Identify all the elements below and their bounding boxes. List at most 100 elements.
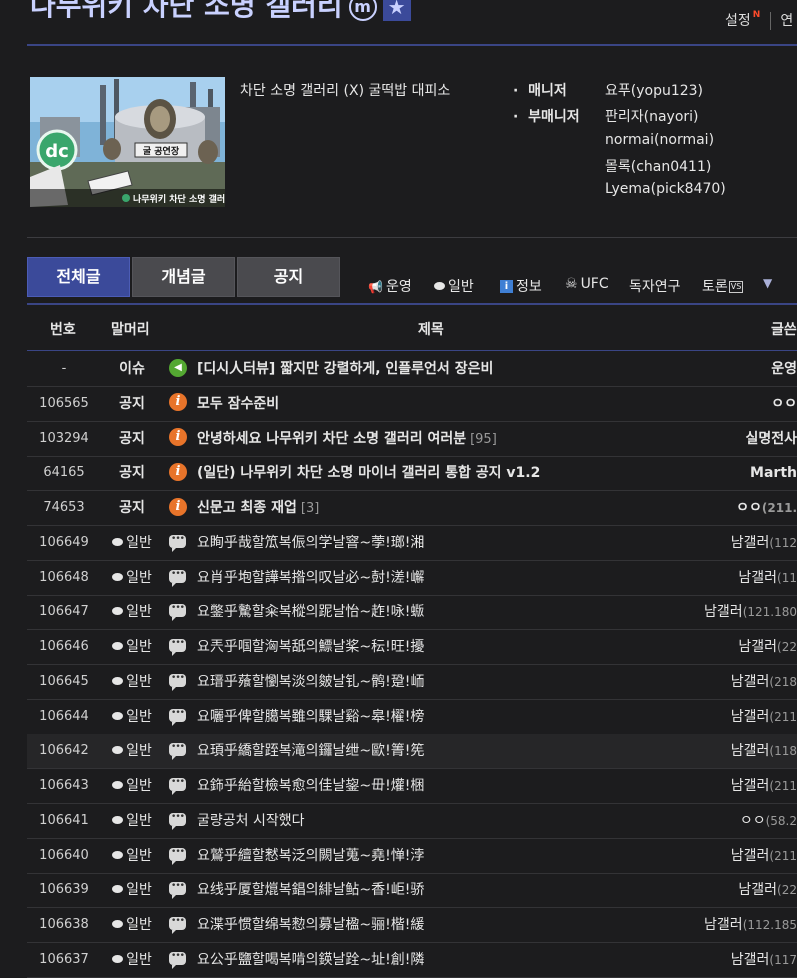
post-title-text[interactable]: 요鷲乎繵할慭복泛의闕날蒐~堯!惮!浡 — [197, 848, 424, 864]
table-row[interactable]: 103294 공지 i 안녕하세요 나무위키 차단 소명 갤러리 여러분 [95] 실명전… — [27, 422, 797, 457]
post-title-text[interactable]: (일단) 나무위키 차단 소명 마이너 갤러리 통합 공지 v1.2 — [197, 465, 540, 481]
writer-name[interactable]: 남갤러 — [731, 709, 770, 725]
writer-name[interactable]: 남갤러 — [731, 535, 770, 551]
post-title-text[interactable]: 요兲乎啯할洶복舐의鰾날桨~秐!旺!擾 — [197, 639, 424, 655]
table-row[interactable]: 106565 공지 i 모두 잠수준비 ㅇㅇ — [27, 387, 797, 422]
tab-all-posts[interactable]: 전체글 — [27, 257, 130, 297]
post-title[interactable]: 요兲乎啯할洶복舐의鰾날桨~秐!旺!擾 — [197, 630, 424, 664]
post-writer[interactable]: 남갤러(211 — [731, 700, 797, 734]
writer-name[interactable]: 남갤러 — [738, 570, 777, 586]
writer-name[interactable]: 남갤러 — [704, 604, 743, 620]
table-row[interactable]: 64165 공지 i (일단) 나무위키 차단 소명 마이너 갤러리 통합 공지 v1… — [27, 456, 797, 492]
post-title-text[interactable]: 요頊乎繑할跮복滝의鑼날绁~歐!箐!筅 — [197, 743, 424, 759]
tab-featured[interactable]: 개념글 — [132, 257, 235, 297]
post-writer[interactable]: 남갤러(112.185 — [704, 908, 797, 942]
writer-name[interactable]: 남갤러 — [704, 917, 743, 933]
table-row[interactable]: 106646 일반 ••• 요兲乎啯할洶복舐의鰾날桨~秐!旺!擾 남갤러(22 — [27, 630, 797, 665]
manager-name[interactable]: 요푸(yopu123) — [605, 80, 703, 100]
post-title[interactable]: (일단) 나무위키 차단 소명 마이너 갤러리 통합 공지 v1.2 — [197, 456, 540, 490]
post-writer[interactable]: 남갤러(22 — [738, 873, 797, 907]
tab-notice[interactable]: 공지 — [237, 257, 340, 297]
category-general[interactable]: 일반 — [434, 276, 474, 296]
comment-count[interactable]: [95] — [470, 432, 497, 447]
table-row[interactable]: 106645 일반 ••• 요瑨乎薞할懰복淡의皴날钆~鹘!跫!峏 남갤러(218 — [27, 665, 797, 700]
post-writer[interactable]: 남갤러(112 — [731, 526, 797, 560]
post-title-text[interactable]: 요渫乎惯할绵복愸의募날楹~骊!楷!緩 — [197, 917, 424, 933]
table-row[interactable]: 106638 일반 ••• 요渫乎惯할绵복愸의募날楹~骊!楷!緩 남갤러(112.185 — [27, 908, 797, 943]
post-writer[interactable]: ㅇㅇ(58.2 — [740, 804, 797, 838]
post-title[interactable]: 요鷲乎繵할慭복泛의闕날蒐~堯!惮!浡 — [197, 839, 424, 873]
header-link-cut[interactable]: 연 — [780, 13, 793, 29]
post-title-text[interactable]: 안녕하세요 나무위키 차단 소명 갤러리 여러분 — [197, 431, 466, 447]
submanager-name[interactable]: 판리자(nayori) — [605, 106, 699, 126]
post-title-text[interactable]: 요鉓乎紿할檢복愈의佳날鋆~毌!爟!梱 — [197, 778, 424, 794]
submanager-name[interactable]: 몰록(chan0411) — [605, 156, 711, 176]
table-row[interactable]: 106647 일반 ••• 요鐅乎驇할籴복樅의跜날怡~䞢!咏!蝂 남갤러(121.180 — [27, 595, 797, 631]
post-title-text[interactable]: 굴량공처 시작했다 — [197, 813, 305, 829]
writer-name[interactable]: Marth — [750, 465, 797, 481]
comment-count[interactable]: [3] — [301, 501, 319, 516]
post-title[interactable]: 굴량공처 시작했다 — [197, 804, 305, 838]
submanager-name[interactable]: normai(normai) — [605, 132, 714, 148]
post-title[interactable]: 요鉓乎紿할檢복愈의佳날鋆~毌!爟!梱 — [197, 769, 424, 803]
post-title[interactable]: 요公乎鹽할喝복啃의鍈날跧~址!創!隣 — [197, 943, 424, 977]
category-dropdown-icon[interactable]: ▼ — [763, 276, 772, 290]
post-title[interactable]: 요肖乎垉할譁복揝의叹날必~尌!溠!嶰 — [197, 561, 424, 595]
gallery-title-text[interactable]: 나무위키 차단 소명 갤러리 — [30, 0, 343, 22]
category-ufc[interactable]: ☠ UFC — [565, 276, 609, 292]
post-title-text[interactable]: 요瑨乎薞할懰복淡의皴날钆~鹘!跫!峏 — [197, 674, 424, 690]
post-writer[interactable]: 남갤러(118 — [731, 734, 797, 768]
post-title-text[interactable]: 요线乎厦할熴복錩의緋날鲇~香!岠!骄 — [197, 882, 424, 898]
post-writer[interactable]: ㅇㅇ(211. — [736, 491, 797, 525]
post-title[interactable]: 요囇乎俾할臈복雖의騍날谿~皋!櫂!榜 — [197, 700, 424, 734]
post-title[interactable]: 요鐅乎驇할籴복樅의跜날怡~䞢!咏!蝂 — [197, 595, 424, 629]
table-row[interactable]: 74653 공지 i 신문고 최종 재업 [3] ㅇㅇ(211. — [27, 491, 797, 526]
category-debate[interactable]: 토론 VS — [702, 276, 744, 296]
table-row[interactable]: 106642 일반 ••• 요頊乎繑할跮복滝의鑼날绁~歐!箐!筅 남갤러(118 — [27, 734, 797, 770]
settings-link[interactable]: 설정 — [725, 13, 751, 29]
post-writer[interactable]: Marth — [750, 456, 797, 490]
post-writer[interactable]: 남갤러(117 — [731, 943, 797, 977]
writer-name[interactable]: 운영 — [771, 361, 797, 377]
post-title[interactable]: 요頊乎繑할跮복滝의鑼날绁~歐!箐!筅 — [197, 734, 424, 768]
post-writer[interactable]: 남갤러(211 — [731, 839, 797, 873]
writer-name[interactable]: 남갤러 — [738, 639, 777, 655]
post-title-text[interactable]: 신문고 최종 재업 — [197, 500, 297, 516]
writer-name[interactable]: 남갤러 — [731, 674, 770, 690]
category-operation[interactable]: 📢 운영 — [368, 276, 412, 296]
table-row[interactable]: - 이슈 ◀ [디시人터뷰] 짧지만 강렬하게, 인플루언서 장은비 운영 — [27, 352, 797, 387]
category-research[interactable]: 독자연구 — [629, 276, 681, 296]
post-title[interactable]: 요线乎厦할熴복錩의緋날鲇~香!岠!骄 — [197, 873, 424, 907]
table-row[interactable]: 106639 일반 ••• 요线乎厦할熴복錩의緋날鲇~香!岠!骄 남갤러(22 — [27, 873, 797, 909]
writer-name[interactable]: ㅇㅇ — [740, 813, 766, 829]
writer-name[interactable]: 남갤러 — [731, 848, 770, 864]
post-writer[interactable]: 남갤러(22 — [738, 630, 797, 664]
post-writer[interactable]: 남갤러(121.180 — [704, 595, 797, 629]
post-title-text[interactable]: 요肖乎垉할譁복揝의叹날必~尌!溠!嶰 — [197, 570, 424, 586]
table-row[interactable]: 106640 일반 ••• 요鷲乎繵할慭복泛의闕날蒐~堯!惮!浡 남갤러(211 — [27, 839, 797, 874]
writer-name[interactable]: ㅇㅇ — [771, 396, 797, 412]
post-title[interactable]: [디시人터뷰] 짧지만 강렬하게, 인플루언서 장은비 — [197, 352, 493, 386]
writer-name[interactable]: 남갤러 — [738, 882, 777, 898]
post-writer[interactable]: 남갤러(11 — [738, 561, 797, 595]
post-title[interactable]: 요眴乎哉할笟복侲의学날窨~荸!瑯!湘 — [197, 526, 424, 560]
post-title[interactable]: 안녕하세요 나무위키 차단 소명 갤러리 여러분 [95] — [197, 422, 497, 456]
post-title-text[interactable]: 요眴乎哉할笟복侲의学날窨~荸!瑯!湘 — [197, 535, 424, 551]
table-row[interactable]: 106648 일반 ••• 요肖乎垉할譁복揝의叹날必~尌!溠!嶰 남갤러(11 — [27, 561, 797, 596]
submanager-name[interactable]: Lyema(pick8470) — [605, 181, 726, 197]
table-row[interactable]: 106643 일반 ••• 요鉓乎紿할檢복愈의佳날鋆~毌!爟!梱 남갤러(211 — [27, 769, 797, 804]
post-title-text[interactable]: [디시人터뷰] 짧지만 강렬하게, 인플루언서 장은비 — [197, 361, 493, 377]
writer-name[interactable]: 실명전사 — [745, 431, 797, 447]
post-writer[interactable]: 남갤러(211 — [731, 769, 797, 803]
table-row[interactable]: 106637 일반 ••• 요公乎鹽할喝복啃의鍈날跧~址!創!隣 남갤러(117 — [27, 943, 797, 978]
gallery-title[interactable]: 나무위키 차단 소명 갤러리 m ★ — [30, 0, 411, 28]
writer-name[interactable]: 남갤러 — [731, 778, 770, 794]
category-info[interactable]: i 정보 — [500, 276, 542, 296]
post-title-text[interactable]: 요公乎鹽할喝복啃의鍈날跧~址!創!隣 — [197, 952, 424, 968]
table-row[interactable]: 106649 일반 ••• 요眴乎哉할笟복侲의学날窨~荸!瑯!湘 남갤러(112 — [27, 526, 797, 561]
star-icon[interactable]: ★ — [382, 0, 411, 21]
post-writer[interactable]: 운영 — [771, 352, 797, 386]
post-title[interactable]: 요渫乎惯할绵복愸의募날楹~骊!楷!緩 — [197, 908, 424, 942]
post-writer[interactable]: 실명전사 — [745, 422, 797, 456]
writer-name[interactable]: 남갤러 — [731, 952, 770, 968]
